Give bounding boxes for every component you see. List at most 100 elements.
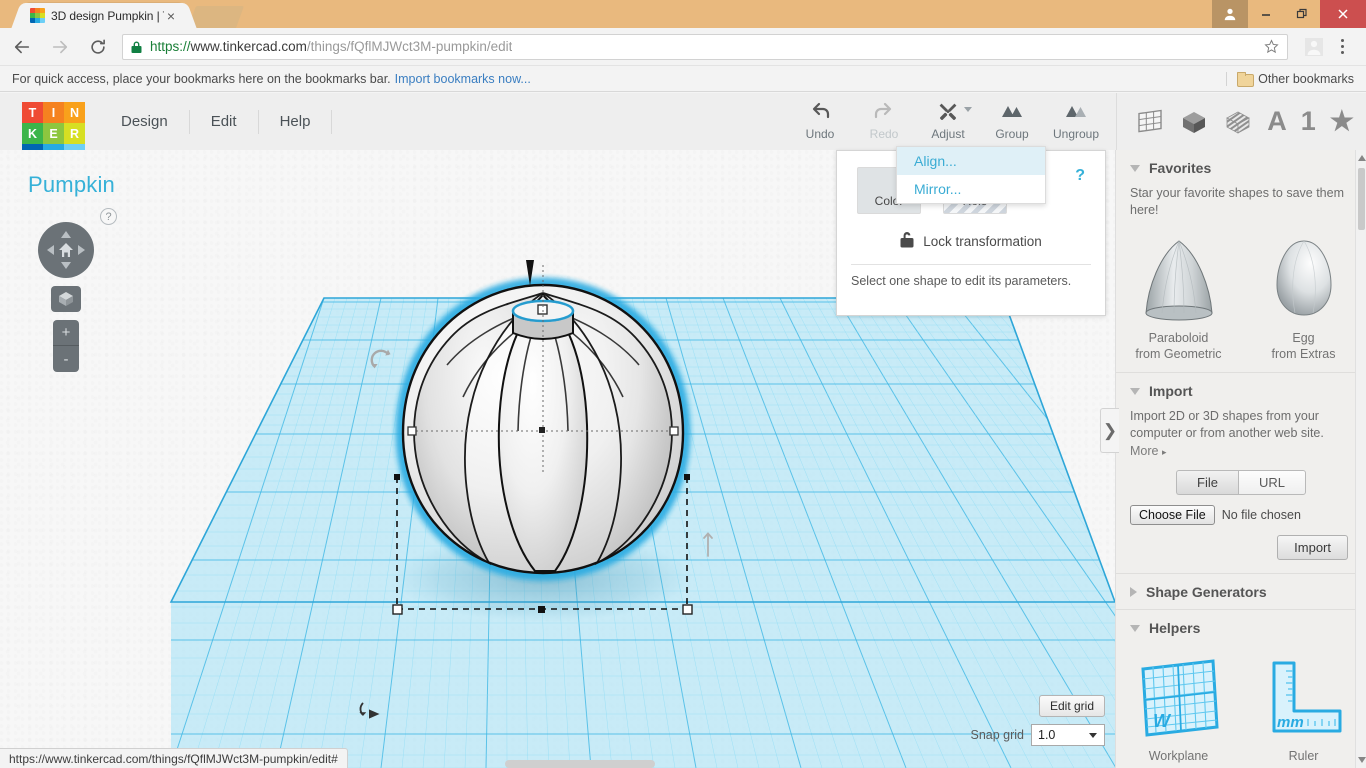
bookmark-star-icon[interactable]	[1264, 39, 1279, 54]
menu-item-align[interactable]: Align...	[897, 147, 1045, 175]
new-tab-ghost	[187, 6, 245, 28]
bbox-handle-bc[interactable]	[538, 606, 545, 613]
window-titlebar: 3D design Pumpkin | Tin ×	[0, 0, 1366, 28]
group-button[interactable]: Group	[980, 93, 1044, 141]
menu-item-design[interactable]: Design	[100, 109, 190, 134]
view-help-icon[interactable]: ?	[100, 208, 117, 225]
tab-close-icon[interactable]: ×	[164, 9, 178, 23]
rotate-handle-right-icon[interactable]	[700, 530, 718, 565]
rotate-handle-bottom-icon[interactable]	[358, 698, 380, 725]
shape-paraboloid[interactable]: Paraboloid from Geometric	[1116, 233, 1241, 362]
ungroup-button[interactable]: Ungroup	[1044, 93, 1108, 141]
helper-workplane[interactable]: W Workplane	[1116, 657, 1241, 764]
tinkercad-favicon	[30, 8, 45, 23]
import-action-row: Import	[1116, 525, 1366, 573]
browser-tab[interactable]: 3D design Pumpkin | Tin ×	[24, 3, 184, 28]
favorites-section-header[interactable]: Favorites	[1116, 150, 1366, 185]
shape-generators-header[interactable]: Shape Generators	[1116, 574, 1366, 609]
bbox-point-tr[interactable]	[684, 474, 690, 480]
inspector-note: Select one shape to edit its parameters.	[851, 274, 1072, 288]
url-path: /things/fQflMJWct3M-pumpkin/edit	[306, 39, 513, 54]
menu-item-help[interactable]: Help	[259, 109, 333, 134]
edit-grid-button[interactable]: Edit grid	[1038, 695, 1105, 717]
app-menu: Design Edit Help	[100, 93, 333, 150]
import-tab-file[interactable]: File	[1176, 470, 1238, 495]
center-point	[539, 427, 545, 433]
inspector-help-icon[interactable]: ?	[1075, 167, 1085, 185]
import-description: Import 2D or 3D shapes from your compute…	[1130, 409, 1324, 440]
shape-generators-title: Shape Generators	[1146, 584, 1267, 600]
letter-a-icon[interactable]: A	[1267, 108, 1287, 135]
shape-egg[interactable]: Egg from Extras	[1241, 233, 1366, 362]
zoom-controls[interactable]: + -	[53, 320, 79, 372]
menu-item-edit[interactable]: Edit	[190, 109, 259, 134]
adjust-button[interactable]: Adjust	[916, 93, 980, 141]
view-up-arrow-icon[interactable]	[61, 231, 71, 238]
scroll-down-arrow-icon[interactable]	[1356, 753, 1366, 767]
user-avatar-icon[interactable]	[1212, 0, 1248, 28]
horizontal-scrollbar[interactable]	[505, 760, 655, 768]
view-down-arrow-icon[interactable]	[61, 262, 71, 269]
sidebar-section-import: Import Import 2D or 3D shapes from your …	[1116, 373, 1366, 574]
sidebar-collapse-button[interactable]: ❯	[1100, 408, 1119, 453]
import-more-label: More	[1130, 444, 1159, 458]
bbox-handle-br[interactable]	[682, 604, 693, 615]
browser-navbar: https://www.tinkercad.com/things/fQflMJW…	[0, 28, 1366, 66]
shape-paraboloid-source: from Geometric	[1135, 347, 1222, 361]
svg-text:W: W	[1153, 711, 1172, 731]
grid-plane-icon[interactable]	[1135, 107, 1165, 137]
rotate-handle-top-icon[interactable]	[368, 346, 396, 379]
home-icon[interactable]	[58, 242, 74, 258]
minimize-icon[interactable]	[1248, 0, 1284, 28]
helpers-section-header[interactable]: Helpers	[1116, 610, 1366, 645]
sidebar-scrollbar[interactable]	[1355, 150, 1366, 768]
logo-tile-t: T	[22, 102, 43, 123]
address-bar[interactable]: https://www.tinkercad.com/things/fQflMJW…	[122, 33, 1288, 60]
chevron-down-icon[interactable]	[964, 107, 972, 112]
bbox-handle-bl[interactable]	[392, 604, 403, 615]
menu-item-mirror[interactable]: Mirror...	[897, 175, 1045, 203]
import-section-header[interactable]: Import	[1116, 373, 1366, 408]
url-scheme: https://	[150, 39, 191, 54]
workplane-helper-icon: W	[1140, 659, 1219, 737]
kebab-menu-icon[interactable]	[1332, 39, 1352, 54]
scale-handle-right[interactable]	[669, 426, 679, 436]
scale-handle-left[interactable]	[407, 426, 417, 436]
zoom-in-button[interactable]: +	[53, 320, 79, 346]
view-cube-icon[interactable]	[51, 286, 81, 312]
hole-cube-icon[interactable]	[1223, 107, 1253, 137]
restore-icon[interactable]	[1284, 0, 1320, 28]
view-left-arrow-icon[interactable]	[47, 245, 54, 255]
choose-file-button[interactable]: Choose File	[1130, 505, 1215, 525]
adjust-dropdown-menu: Align... Mirror...	[896, 146, 1046, 204]
number-one-icon[interactable]: 1	[1301, 108, 1316, 135]
snap-grid-select[interactable]: 1.0	[1031, 724, 1105, 746]
navbar-right-group	[1296, 35, 1366, 59]
other-bookmarks-button[interactable]: Other bookmarks	[1226, 71, 1366, 87]
google-profile-icon[interactable]	[1302, 35, 1326, 59]
redo-button: Redo	[852, 93, 916, 141]
pumpkin-model[interactable]	[355, 245, 755, 745]
view-right-arrow-icon[interactable]	[78, 245, 85, 255]
zoom-out-button[interactable]: -	[53, 346, 79, 372]
back-arrow-icon[interactable]	[6, 31, 38, 63]
sidebar-section-helpers: Helpers W Workplane mm Ruler	[1116, 610, 1366, 768]
helper-ruler[interactable]: mm Ruler	[1241, 657, 1366, 764]
undo-button[interactable]: Undo	[788, 93, 852, 141]
reload-icon[interactable]	[82, 31, 114, 63]
app-header: T I N K E R C A D Design Edit Help Undo	[0, 93, 1366, 165]
lock-transformation-row[interactable]: Lock transformation	[837, 231, 1105, 251]
scroll-up-arrow-icon[interactable]	[1356, 151, 1366, 165]
solid-cube-icon[interactable]	[1179, 107, 1209, 137]
view-home-pad[interactable]	[38, 222, 94, 278]
scrollbar-thumb[interactable]	[1358, 168, 1365, 230]
import-more-link[interactable]: More ▸	[1116, 442, 1366, 458]
import-button[interactable]: Import	[1277, 535, 1348, 560]
import-bookmarks-link[interactable]: Import bookmarks now...	[395, 72, 531, 86]
bbox-point-tl[interactable]	[394, 474, 400, 480]
import-tab-url[interactable]: URL	[1237, 470, 1306, 495]
unlocked-padlock-icon	[900, 231, 914, 251]
star-icon[interactable]: ★	[1330, 108, 1354, 135]
snap-grid-value: 1.0	[1038, 728, 1056, 742]
close-icon[interactable]	[1320, 0, 1366, 28]
